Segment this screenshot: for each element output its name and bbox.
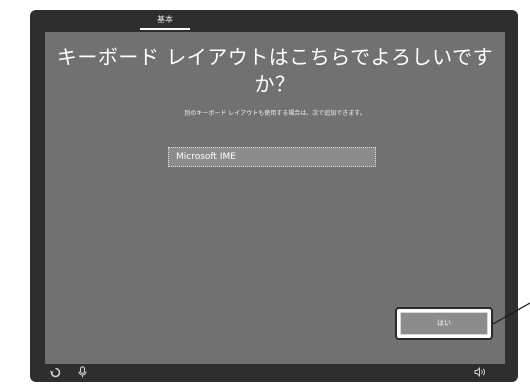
callout-line [492,302,530,325]
